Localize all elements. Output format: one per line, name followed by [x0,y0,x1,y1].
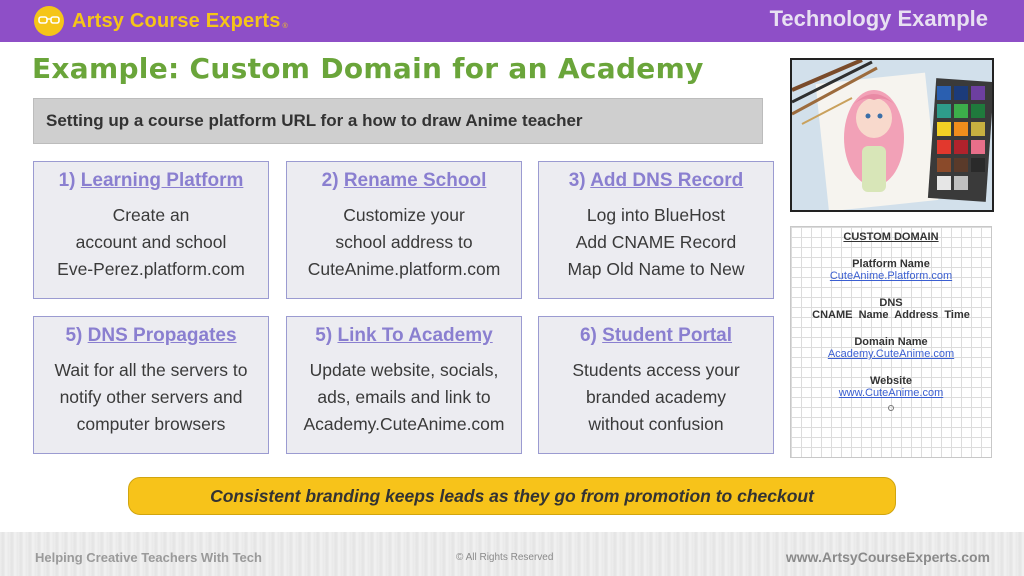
step-number: 1) [58,170,76,191]
step-number: 6) [579,325,597,346]
glasses-icon [34,6,64,36]
step-body: Create an account and school Eve-Perez.p… [34,202,268,283]
step-number: 5) [65,325,83,346]
step-line: account and school [75,232,227,252]
step-line: Academy.CuteAnime.com [303,414,505,434]
subtitle-bar: Setting up a course platform URL for a h… [33,98,763,144]
footer-copyright: © All Rights Reserved [456,552,554,563]
step-heading[interactable]: 6) Student Portal [539,325,773,347]
domain-name-label: Domain Name [854,336,928,348]
step-line: school address to [335,232,473,252]
step-line: computer browsers [76,414,226,434]
footer-tagline: Helping Creative Teachers With Tech [35,550,262,565]
step-number: 3) [568,170,586,191]
step-title-link[interactable]: DNS Propagates [88,325,237,346]
step-line: Add CNAME Record [575,232,737,252]
step-line: Map Old Name to New [567,259,745,279]
step-card-3: 3) Add DNS Record Log into BlueHost Add … [538,161,774,299]
step-body: Customize your school address to CuteAni… [287,202,521,283]
website-label: Website [870,375,912,387]
footer: Helping Creative Teachers With Tech © Al… [0,532,1024,576]
step-number: 5) [315,325,333,346]
brand-name: Artsy Course Experts [72,9,281,32]
step-line: Customize your [343,205,465,225]
circle-icon [888,405,894,411]
step-card-5: 5) Link To Academy Update website, socia… [286,316,522,454]
step-line: Eve-Perez.platform.com [57,259,245,279]
anime-artwork-image [790,58,994,212]
platform-name-link[interactable]: CuteAnime.Platform.com [791,270,991,282]
step-number: 2) [321,170,339,191]
dns-fields: CNAME Name Address Time [812,309,970,321]
step-heading[interactable]: 3) Add DNS Record [539,170,773,192]
website-link[interactable]: www.CuteAnime.com [791,387,991,399]
step-line: Create an [112,205,190,225]
step-heading[interactable]: 2) Rename School [287,170,521,192]
subtitle-text: Setting up a course platform URL for a h… [46,111,583,130]
step-line: notify other servers and [59,387,243,407]
step-line: CuteAnime.platform.com [307,259,501,279]
header-bar: Artsy Course Experts ® Technology Exampl… [0,0,1024,42]
step-body: Students access your branded academy wit… [539,357,773,438]
brand-trademark: ® [282,23,288,30]
step-heading[interactable]: 5) Link To Academy [287,325,521,347]
platform-name-label: Platform Name [852,258,930,270]
page-title: Example: Custom Domain for an Academy [32,52,704,85]
domain-panel-title: CUSTOM DOMAIN [843,231,939,243]
step-line: Wait for all the servers to [54,360,248,380]
step-title-link[interactable]: Rename School [344,170,487,191]
step-heading[interactable]: 5) DNS Propagates [34,325,268,347]
banner-text: Consistent branding keeps leads as they … [210,485,814,506]
step-line: Log into BlueHost [586,205,726,225]
step-card-4: 5) DNS Propagates Wait for all the serve… [33,316,269,454]
step-line: Students access your [572,360,740,380]
brand-logo[interactable]: Artsy Course Experts ® [34,4,288,38]
step-card-1: 1) Learning Platform Create an account a… [33,161,269,299]
step-card-2: 2) Rename School Customize your school a… [286,161,522,299]
step-heading[interactable]: 1) Learning Platform [34,170,268,192]
footer-website-link[interactable]: www.ArtsyCourseExperts.com [786,549,990,565]
step-title-link[interactable]: Add DNS Record [590,170,743,191]
step-body: Wait for all the servers to notify other… [34,357,268,438]
step-body: Update website, socials, ads, emails and… [287,357,521,438]
step-card-6: 6) Student Portal Students access your b… [538,316,774,454]
step-line: Update website, socials, [309,360,499,380]
step-title-link[interactable]: Learning Platform [81,170,244,191]
domain-name-link[interactable]: Academy.CuteAnime.com [791,348,991,360]
section-label: Technology Example [769,6,988,31]
custom-domain-panel: CUSTOM DOMAIN Platform Name CuteAnime.Pl… [790,226,992,458]
dns-label: DNS [879,297,903,309]
step-line: branded academy [585,387,727,407]
step-line: without confusion [588,414,724,434]
branding-banner: Consistent branding keeps leads as they … [128,477,896,515]
step-body: Log into BlueHost Add CNAME Record Map O… [539,202,773,283]
step-line: ads, emails and link to [317,387,491,407]
step-title-link[interactable]: Link To Academy [337,325,492,346]
step-title-link[interactable]: Student Portal [602,325,732,346]
